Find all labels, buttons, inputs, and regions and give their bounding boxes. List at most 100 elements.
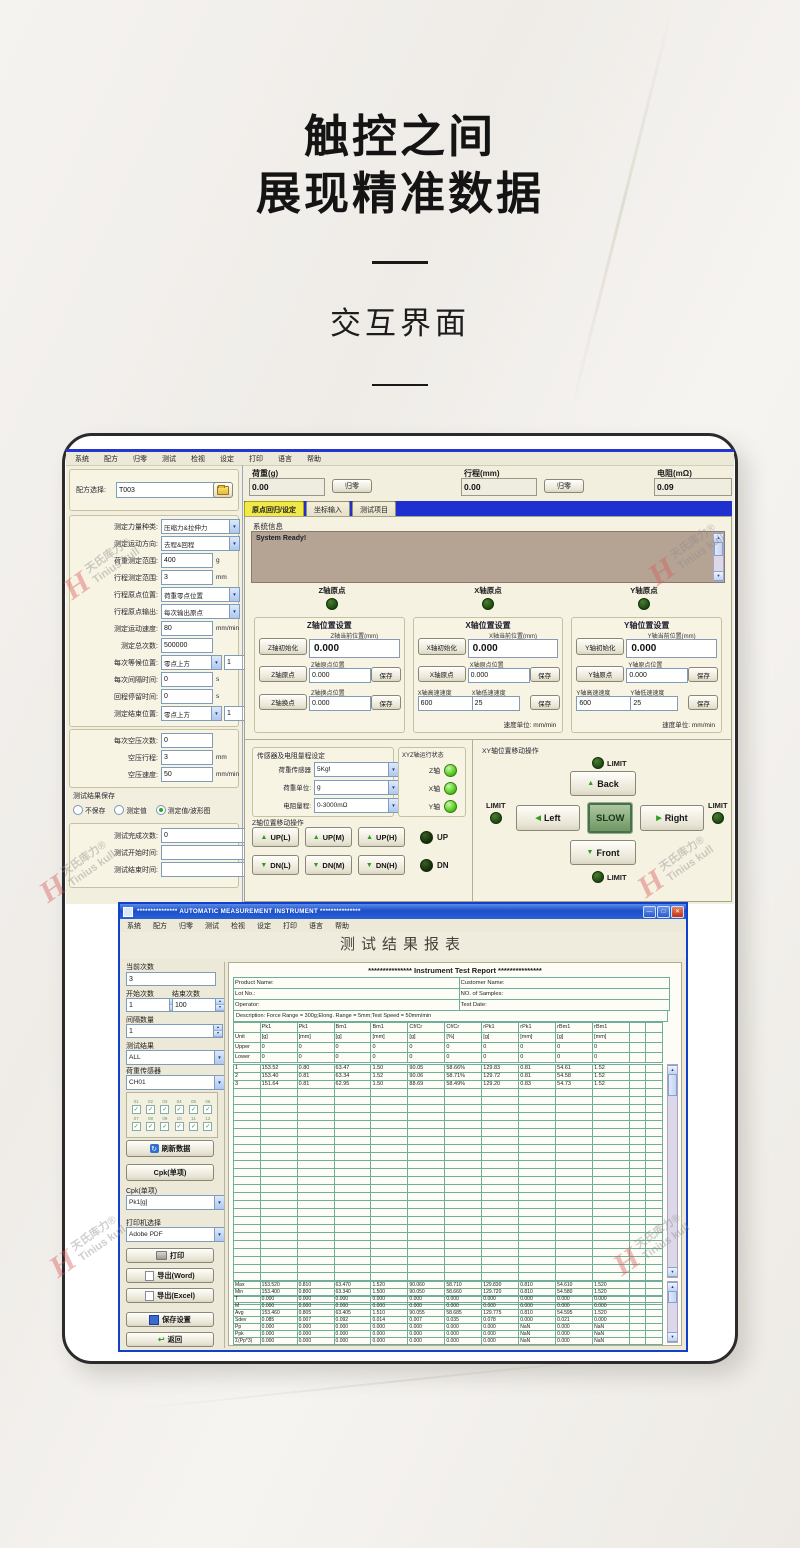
printer-select[interactable]: Adobe PDF▼ [126,1227,225,1242]
param-input[interactable]: 0 [161,828,245,843]
channel-checkbox[interactable]: 07✓ [129,1116,143,1131]
channel-checkbox[interactable]: 11✓ [186,1116,200,1131]
menu-item[interactable]: 测试 [205,921,219,931]
menu-item[interactable]: 测试 [162,454,176,464]
back-button[interactable]: ↩返回 [126,1332,214,1347]
y-lospeed-input[interactable]: 25 [630,696,678,711]
sensor-channel-select[interactable]: CH01▼ [126,1075,225,1090]
export-excel-button[interactable]: 导出(Excel) [126,1288,214,1303]
channel-checkbox[interactable]: 06✓ [201,1099,215,1114]
menu-item[interactable]: 系统 [127,921,141,931]
menu-item[interactable]: 语言 [278,454,292,464]
spinner-icon[interactable]: ▲▼ [213,1025,222,1037]
param-select[interactable]: 去程&回程▼ [161,536,240,551]
move-button-dnl[interactable]: ▼DN(L) [252,855,299,875]
param-input[interactable] [161,845,245,860]
z-altpoint-button[interactable]: Z轴换点 [259,694,307,710]
param-select[interactable]: 压缩力&拉伸力▼ [161,519,240,534]
scrollbar[interactable]: ▲ ▼ [713,532,724,582]
channel-checkbox[interactable]: 08✓ [143,1116,157,1131]
sensor-select[interactable]: 0-3000mΩ▼ [314,798,399,813]
param-select[interactable]: 每次输出原点▼ [161,604,240,619]
save-button[interactable]: 保存 [688,695,718,710]
save-button[interactable]: 保存 [530,667,560,682]
move-left-button[interactable]: ◀Left [516,805,580,831]
scroll-thumb[interactable] [668,1291,677,1303]
y-hispeed-input[interactable]: 600 [576,696,632,711]
zero-stroke-button[interactable]: 归零 [544,479,584,493]
channel-checkbox[interactable]: 12✓ [201,1116,215,1131]
move-button-upl[interactable]: ▲UP(L) [252,827,299,847]
channel-checkbox[interactable]: 10✓ [172,1116,186,1131]
sensor-select[interactable]: 5Kgf▼ [314,762,399,777]
menu-item[interactable]: 归零 [133,454,147,464]
y-init-button[interactable]: Y轴初始化 [576,638,624,655]
param-input[interactable]: 3 [161,750,213,765]
menu-item[interactable]: 帮助 [307,454,321,464]
end-count-input[interactable]: 100▲▼ [172,998,225,1012]
param-input[interactable]: 0 [161,672,213,687]
channel-checkbox[interactable]: 09✓ [158,1116,172,1131]
menu-item[interactable]: 设定 [220,454,234,464]
menu-item[interactable]: 打印 [249,454,263,464]
maximize-button[interactable]: □ [657,906,670,918]
x-lospeed-input[interactable]: 25 [472,696,520,711]
browse-recipe-button[interactable] [213,482,233,498]
menu-item[interactable]: 语言 [309,921,323,931]
channel-checkbox[interactable]: 01✓ [129,1099,143,1114]
move-button-upm[interactable]: ▲UP(M) [305,827,352,847]
zero-load-button[interactable]: 归零 [332,479,372,493]
save-settings-button[interactable]: 保存设置 [126,1312,214,1327]
param-select[interactable]: 荷重零点位置▼ [161,587,240,602]
z-altpoint-input[interactable]: 0.000 [309,696,371,711]
export-word-button[interactable]: 导出(Word) [126,1268,214,1283]
scroll-thumb[interactable] [714,542,723,556]
param-input[interactable] [161,862,245,877]
save-button[interactable]: 保存 [530,695,560,710]
move-front-button[interactable]: ▼Front [570,840,636,865]
param-input[interactable]: 50 [161,767,213,782]
channel-checkbox[interactable]: 04✓ [172,1099,186,1114]
channel-checkbox[interactable]: 05✓ [186,1099,200,1114]
move-button-dnm[interactable]: ▼DN(M) [305,855,352,875]
radio-option[interactable]: 测定值 [114,805,146,815]
cpk-button[interactable]: Cpk(单项) [126,1164,214,1181]
radio-option[interactable]: 不保存 [73,805,105,815]
scrollbar[interactable]: ▲ ▼ [667,1281,678,1343]
scroll-down-icon[interactable]: ▼ [714,571,723,581]
menu-item[interactable]: 配方 [104,454,118,464]
close-button[interactable]: ✕ [671,906,684,918]
param-select[interactable]: 零点上方▼ [161,655,222,670]
save-button[interactable]: 保存 [688,667,718,682]
param-input[interactable]: 80 [161,621,213,636]
current-count-input[interactable]: 3 [126,972,216,986]
move-button-dnh[interactable]: ▼DN(H) [358,855,405,875]
sensor-select[interactable]: g▼ [314,780,399,795]
param-input[interactable]: 500000 [161,638,213,653]
interval-input[interactable]: 1▲▼ [126,1024,223,1038]
menu-item[interactable]: 检视 [231,921,245,931]
minimize-button[interactable]: — [643,906,656,918]
tab-0[interactable]: 原点回归/设定 [244,501,304,517]
tab-1[interactable]: 坐标输入 [306,501,350,517]
recipe-input[interactable]: T003 [116,482,216,498]
scroll-down-icon[interactable]: ▼ [668,1332,677,1342]
radio-option[interactable]: 测定值/波形图 [156,805,211,815]
menu-item[interactable]: 设定 [257,921,271,931]
print-button[interactable]: 打印 [126,1248,214,1263]
z-origin-button[interactable]: Z轴原点 [259,666,307,682]
save-button[interactable]: 保存 [371,667,401,682]
param-input[interactable]: 0 [161,689,213,704]
y-origin-input[interactable]: 0.000 [626,668,688,683]
z-init-button[interactable]: Z轴初始化 [259,638,307,655]
result-filter-select[interactable]: ALL▼ [126,1050,225,1065]
param-select[interactable]: 零点上方▼ [161,706,222,721]
scroll-thumb[interactable] [668,1074,677,1096]
save-button[interactable]: 保存 [371,695,401,710]
move-button-uph[interactable]: ▲UP(H) [358,827,405,847]
channel-checkbox[interactable]: 02✓ [143,1099,157,1114]
param-input[interactable]: 400 [161,553,213,568]
menu-item[interactable]: 帮助 [335,921,349,931]
x-origin-input[interactable]: 0.000 [468,668,530,683]
move-back-button[interactable]: ▲Back [570,771,636,796]
